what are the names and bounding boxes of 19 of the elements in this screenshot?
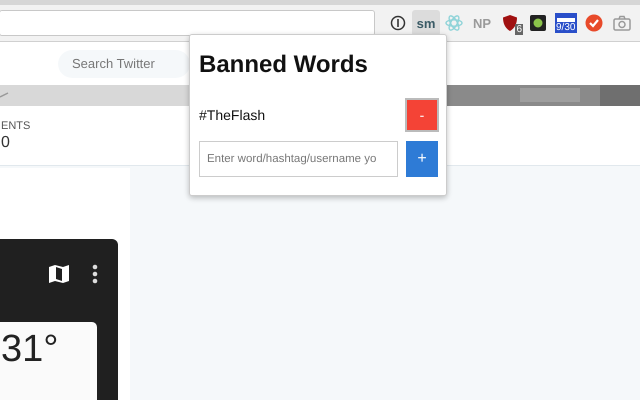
extension-label[interactable]: NP xyxy=(472,16,492,30)
stat-label: ENTS xyxy=(1,120,30,132)
badge-count: 9/30 xyxy=(555,22,576,33)
remove-button[interactable]: - xyxy=(405,98,439,132)
temperature: 31° xyxy=(1,328,58,371)
camera-icon[interactable] xyxy=(613,15,631,31)
badge-count: 6 xyxy=(515,24,523,35)
map-icon[interactable] xyxy=(48,264,70,284)
shield-icon[interactable] xyxy=(502,14,518,32)
add-button[interactable]: + xyxy=(406,141,438,177)
search-field[interactable]: Search Twitter xyxy=(58,50,190,78)
banned-word: #TheFlash xyxy=(199,107,266,123)
popup-title: Banned Words xyxy=(199,51,369,79)
check-icon[interactable] xyxy=(585,14,603,32)
info-icon[interactable] xyxy=(390,15,406,31)
stat-value: 0 xyxy=(1,134,10,152)
square-icon[interactable] xyxy=(529,14,547,32)
more-icon[interactable] xyxy=(92,264,98,284)
word-input-field[interactable]: Enter word/hashtag/username yo xyxy=(199,141,398,177)
